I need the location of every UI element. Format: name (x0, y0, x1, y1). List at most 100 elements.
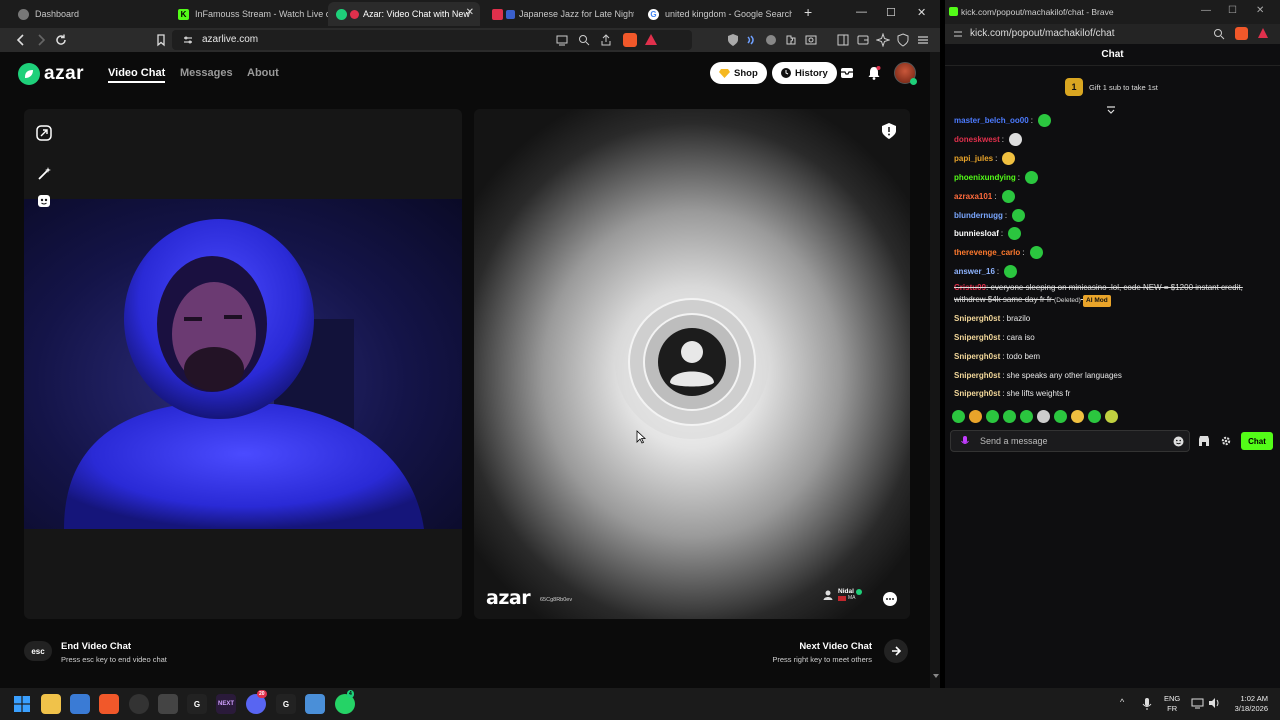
extension-a-icon[interactable] (745, 33, 759, 47)
history-button[interactable]: History (772, 62, 837, 84)
volume-icon[interactable] (1208, 697, 1221, 709)
close-tab-icon[interactable]: ✕ (466, 7, 474, 18)
vpn-icon[interactable] (726, 33, 740, 47)
chat-bubble-icon[interactable] (882, 591, 898, 607)
chat-message[interactable]: Snipergh0st: cara iso (954, 333, 1035, 342)
chat-message[interactable]: papi_jules: (954, 152, 1016, 165)
emoji-icon[interactable] (1173, 436, 1184, 447)
tab-kick-stream[interactable]: K InFamouss Stream - Watch Live on (170, 2, 328, 26)
zoom-icon[interactable] (1213, 28, 1225, 40)
obs-icon[interactable] (129, 694, 149, 714)
nav-about[interactable]: About (247, 67, 279, 79)
site-settings-icon[interactable] (953, 29, 963, 39)
esc-key-button[interactable]: esc (24, 641, 52, 661)
report-shield-icon[interactable] (882, 123, 896, 139)
microphone-tray-icon[interactable] (1141, 697, 1153, 711)
chat-message[interactable]: Snipergh0st: todo bem (954, 352, 1040, 361)
forward-icon[interactable] (34, 33, 48, 47)
app-icon[interactable] (158, 694, 178, 714)
brave-rewards-icon[interactable] (1258, 28, 1268, 38)
maximize-icon[interactable]: ☐ (1228, 5, 1237, 16)
emote-icon[interactable] (1105, 410, 1118, 423)
tab-youtube[interactable]: Japanese Jazz for Late Night Fo (484, 2, 634, 26)
grok-icon[interactable]: G (187, 694, 207, 714)
store-icon[interactable] (1198, 435, 1210, 447)
extension-b-icon[interactable] (764, 33, 778, 47)
cast-icon[interactable] (556, 34, 568, 46)
chat-message[interactable]: answer_16: (954, 265, 1018, 278)
notification-bell-icon[interactable] (866, 65, 882, 81)
chat-message[interactable]: phoenixundying: (954, 171, 1039, 184)
brave-shields-icon[interactable] (1235, 27, 1248, 40)
new-tab-icon[interactable]: + (804, 4, 812, 20)
sidebar-icon[interactable] (836, 33, 850, 47)
azar-logo[interactable]: azar (18, 63, 84, 85)
emote-icon[interactable] (1003, 410, 1016, 423)
emote-icon[interactable] (1088, 410, 1101, 423)
tab-google[interactable]: G united kingdom - Google Search (640, 2, 792, 26)
profile-avatar[interactable] (894, 62, 917, 85)
minimize-icon[interactable]: — (1201, 5, 1211, 16)
zoom-icon[interactable] (578, 34, 590, 46)
nav-video-chat[interactable]: Video Chat (108, 67, 166, 83)
network-icon[interactable] (1191, 697, 1204, 709)
close-window-icon[interactable]: ✕ (1256, 5, 1264, 16)
shield-settings-icon[interactable] (896, 33, 910, 47)
site-settings-icon[interactable] (182, 34, 194, 46)
emote-icon[interactable] (1020, 410, 1033, 423)
windows-start-icon[interactable] (12, 694, 32, 714)
wallet-icon[interactable] (856, 33, 870, 47)
minimize-icon[interactable]: — (856, 6, 867, 18)
emote-icon[interactable] (969, 410, 982, 423)
chat-message[interactable]: bunniesloaf: (954, 227, 1022, 240)
back-icon[interactable] (14, 33, 28, 47)
emote-icon[interactable] (952, 410, 965, 423)
nav-messages[interactable]: Messages (180, 67, 233, 79)
emote-icon[interactable] (986, 410, 999, 423)
peer-info[interactable]: Nidal MA (822, 588, 862, 601)
gear-icon[interactable] (1220, 435, 1232, 447)
chat-message[interactable]: master_belch_oo00: (954, 114, 1051, 127)
microphone-icon[interactable] (959, 435, 971, 447)
send-chat-button[interactable]: Chat (1241, 432, 1273, 450)
maximize-icon[interactable]: ☐ (886, 6, 896, 19)
shop-button[interactable]: Shop (710, 62, 767, 84)
address-bar[interactable]: azarlive.com (172, 30, 692, 50)
bookmark-icon[interactable] (154, 33, 168, 47)
emote-icon[interactable] (1071, 410, 1084, 423)
emote-icon[interactable] (1054, 410, 1067, 423)
message-input[interactable]: Send a message (950, 430, 1190, 452)
chat-message[interactable]: azraxa101: (954, 190, 1015, 203)
brave-rewards-icon[interactable] (645, 34, 657, 45)
next-video-chat[interactable]: Next Video Chat Press right key to meet … (760, 641, 872, 664)
chat-message[interactable]: therevenge_carlo: (954, 246, 1043, 259)
next-app-icon[interactable]: NEXT (216, 694, 236, 714)
chat-message[interactable]: doneskwest: (954, 133, 1023, 146)
paint-icon[interactable] (305, 694, 325, 714)
expand-icon[interactable] (36, 125, 52, 141)
pinned-collapse-icon[interactable] (1106, 106, 1116, 115)
input-language[interactable]: ENG FR (1164, 694, 1180, 714)
deleted-chat-message[interactable]: Cristu09: everyone sleeping on minicasin… (954, 282, 1274, 307)
end-video-chat[interactable]: End Video Chat Press esc key to end vide… (61, 641, 167, 664)
system-clock[interactable]: 1:02 AM 3/18/2026 (1222, 694, 1268, 714)
discord-icon[interactable]: 20 (246, 690, 267, 714)
next-arrow-button[interactable] (884, 639, 908, 663)
microsoft-store-icon[interactable] (70, 694, 90, 714)
close-window-icon[interactable]: ✕ (917, 6, 926, 19)
grok-secondary-icon[interactable]: G (276, 694, 296, 714)
reload-icon[interactable] (54, 33, 68, 47)
screenshot-icon[interactable] (804, 33, 818, 47)
chat-message[interactable]: Snipergh0st: brazilo (954, 314, 1030, 323)
gift-sub-banner[interactable]: 1 Gift 1 sub to take 1st (1065, 78, 1158, 96)
whatsapp-icon[interactable]: 4 (335, 690, 355, 714)
brave-browser-icon[interactable] (99, 694, 119, 714)
magic-filter-icon[interactable] (36, 166, 52, 182)
chat-message[interactable]: blundernugg: (954, 209, 1026, 222)
tray-chevron-icon[interactable]: ^ (1120, 697, 1124, 707)
chat-message[interactable]: Snipergh0st: she lifts weights fr (954, 389, 1070, 398)
menu-icon[interactable] (916, 33, 930, 47)
mask-effect-icon[interactable] (36, 193, 52, 209)
chat-message[interactable]: Snipergh0st: she speaks any other langua… (954, 371, 1122, 380)
page-scrollbar[interactable] (930, 52, 940, 688)
